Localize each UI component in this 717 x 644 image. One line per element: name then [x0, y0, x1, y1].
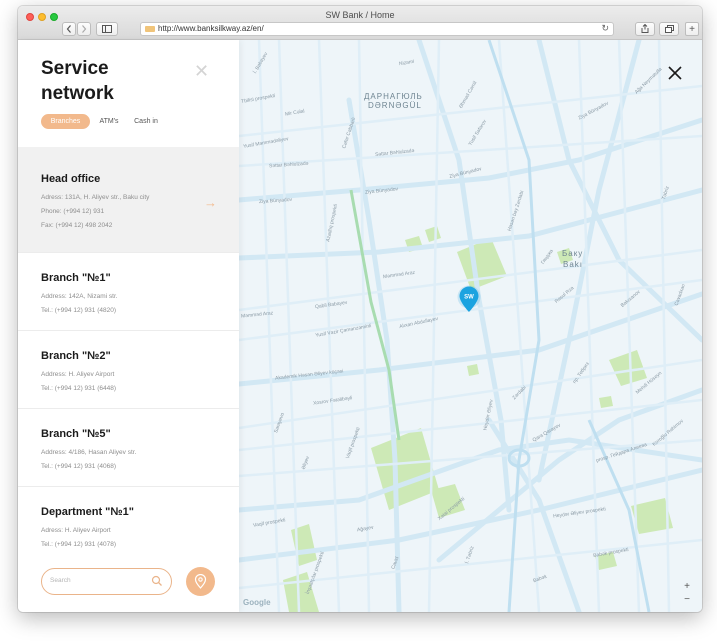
- title-bar: SW Bank / Home http://www.banksilkway.az…: [18, 6, 702, 40]
- url-text: http://www.banksilkway.az/en/: [158, 24, 264, 33]
- search-input[interactable]: [50, 577, 150, 584]
- tabs-overview-button[interactable]: [659, 22, 679, 36]
- page-content: Service network ✕ Branches ATM's Cash in…: [18, 40, 702, 612]
- office-name: Branch "№2": [41, 350, 111, 362]
- locate-me-button[interactable]: [186, 567, 215, 596]
- pin-logo-text: SW: [464, 295, 474, 301]
- office-phone: Tel.: (+994 12) 931 (4820): [41, 307, 116, 314]
- office-address: Adress: H. Aliyev Airport: [41, 527, 111, 534]
- district-label: Баку: [562, 249, 584, 258]
- office-address: Address: 4/186, Hasan Aliyev str.: [41, 449, 137, 456]
- bank-location-pin-icon[interactable]: SW: [457, 285, 481, 313]
- office-name: Branch "№1": [41, 272, 111, 284]
- tab-branches[interactable]: Branches: [41, 114, 90, 129]
- back-button[interactable]: [62, 22, 76, 36]
- new-tab-button[interactable]: +: [685, 22, 699, 36]
- office-phone: Tel.: (+994 12) 931 (4068): [41, 463, 116, 470]
- zoom-in-button[interactable]: +: [682, 581, 692, 592]
- office-item-branch-1[interactable]: Branch "№1" Address: 142A, Nizami str. T…: [18, 253, 239, 331]
- sidebar-toggle-button[interactable]: [96, 22, 118, 36]
- office-item-head-office[interactable]: Head office Adress: 131A, H. Aliyev str.…: [18, 147, 239, 253]
- reload-icon[interactable]: ↻: [601, 23, 609, 34]
- share-button[interactable]: [635, 22, 655, 36]
- office-item-branch-2[interactable]: Branch "№2" Address: H. Aliyev Airport T…: [18, 331, 239, 409]
- google-logo: Google: [243, 598, 271, 607]
- location-pin-icon: [194, 574, 207, 589]
- office-phone: Tel.: (+994 12) 931 (6448): [41, 385, 116, 392]
- tabs-icon: [664, 25, 674, 33]
- plus-icon: +: [689, 24, 695, 35]
- tab-cash-in[interactable]: Cash in: [129, 114, 163, 129]
- district-label: Bakı: [563, 260, 584, 269]
- search-box: [41, 568, 172, 595]
- address-bar[interactable]: http://www.banksilkway.az/en/ ↻: [140, 22, 614, 36]
- zoom-out-button[interactable]: −: [682, 594, 692, 605]
- office-address: Address: 142A, Nizami str.: [41, 293, 118, 300]
- arrow-right-icon[interactable]: →: [204, 195, 217, 210]
- office-fax: Fax: (+994 12) 498 2042: [41, 222, 113, 229]
- office-name: Head office: [41, 173, 101, 185]
- chevron-right-icon: [82, 25, 87, 33]
- close-icon[interactable]: [666, 64, 684, 82]
- map-rail: [487, 40, 651, 612]
- tab-atms[interactable]: ATM's: [93, 114, 125, 129]
- window-title: SW Bank / Home: [325, 10, 395, 20]
- map-canvas: [239, 40, 702, 612]
- map-view[interactable]: ДАРНАГЮЛЬ DƏRNƏGÜL Баку Bakı Ziya Bünyad…: [239, 40, 702, 612]
- forward-button[interactable]: [77, 22, 91, 36]
- office-item-department-1[interactable]: Department "№1" Adress: H. Aliyev Airpor…: [18, 487, 239, 557]
- office-address: Address: H. Aliyev Airport: [41, 371, 115, 378]
- sidebar-icon: [102, 25, 112, 33]
- service-network-panel: Service network ✕ Branches ATM's Cash in…: [18, 40, 239, 612]
- office-name: Department "№1": [41, 506, 134, 518]
- browser-window: SW Bank / Home http://www.banksilkway.az…: [18, 6, 702, 612]
- office-phone: Tel.: (+994 12) 931 (4078): [41, 541, 116, 548]
- panel-title: Service network: [41, 58, 114, 104]
- office-phone: Phone: (+994 12) 931: [41, 208, 105, 215]
- panel-close-icon[interactable]: ✕: [194, 62, 209, 80]
- site-favicon-icon: [145, 26, 155, 32]
- office-name: Branch "№5": [41, 428, 111, 440]
- chevron-left-icon: [66, 25, 71, 33]
- office-address: Adress: 131A, H. Aliyev str., Baku city: [41, 194, 150, 201]
- search-icon[interactable]: [151, 575, 163, 587]
- office-item-branch-5[interactable]: Branch "№5" Address: 4/186, Hasan Aliyev…: [18, 409, 239, 487]
- share-icon: [641, 23, 649, 33]
- district-label: ДАРНАГЮЛЬ: [364, 92, 423, 101]
- district-label: DƏRNƏGÜL: [368, 101, 422, 110]
